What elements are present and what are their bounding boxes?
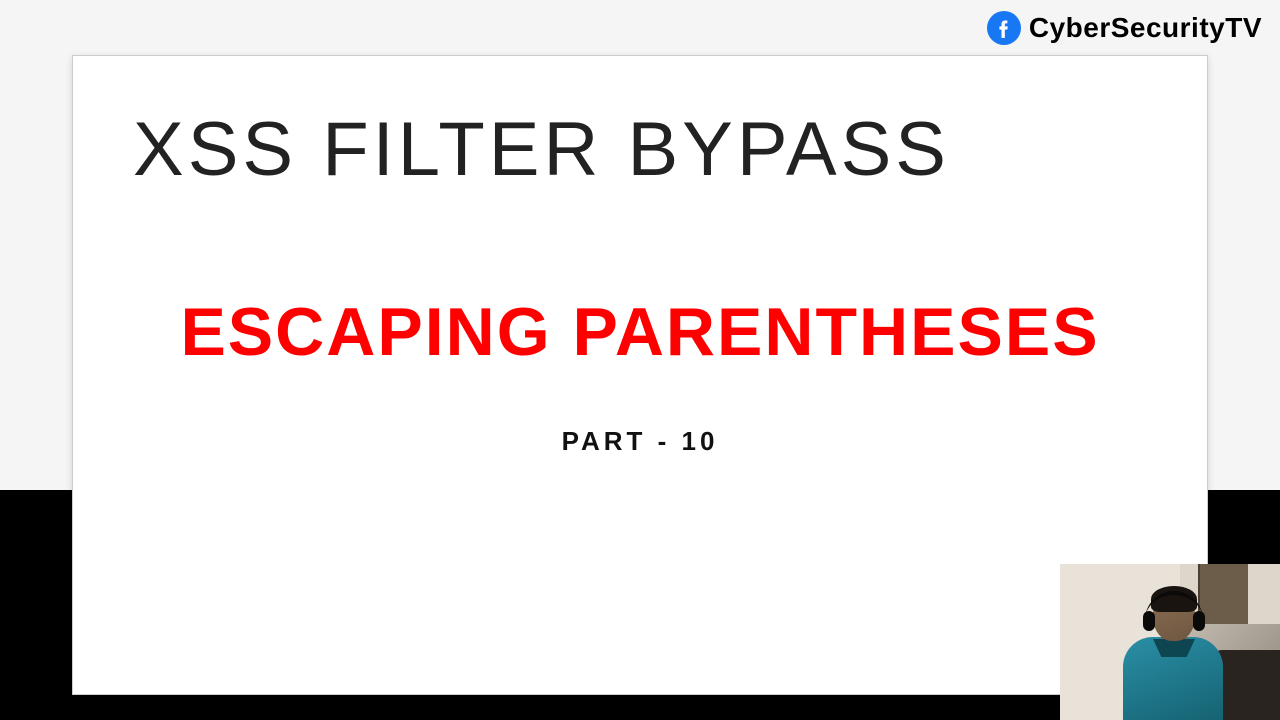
webcam-presenter	[1115, 589, 1225, 720]
slide-subtitle: ESCAPING PARENTHESES	[133, 293, 1147, 371]
headphone-earcup-left-icon	[1143, 611, 1155, 631]
slide-part-label: PART - 10	[133, 426, 1147, 457]
slide-title: XSS FILTER BYPASS	[133, 106, 1147, 193]
facebook-glyph-icon	[994, 11, 1014, 45]
facebook-icon[interactable]	[987, 11, 1021, 45]
headphone-earcup-right-icon	[1193, 611, 1205, 631]
webcam-overlay	[1060, 564, 1280, 720]
header-bar: CyberSecurityTV	[0, 0, 1280, 55]
brand-name: CyberSecurityTV	[1029, 12, 1262, 44]
slide-card: XSS FILTER BYPASS ESCAPING PARENTHESES P…	[72, 55, 1208, 695]
